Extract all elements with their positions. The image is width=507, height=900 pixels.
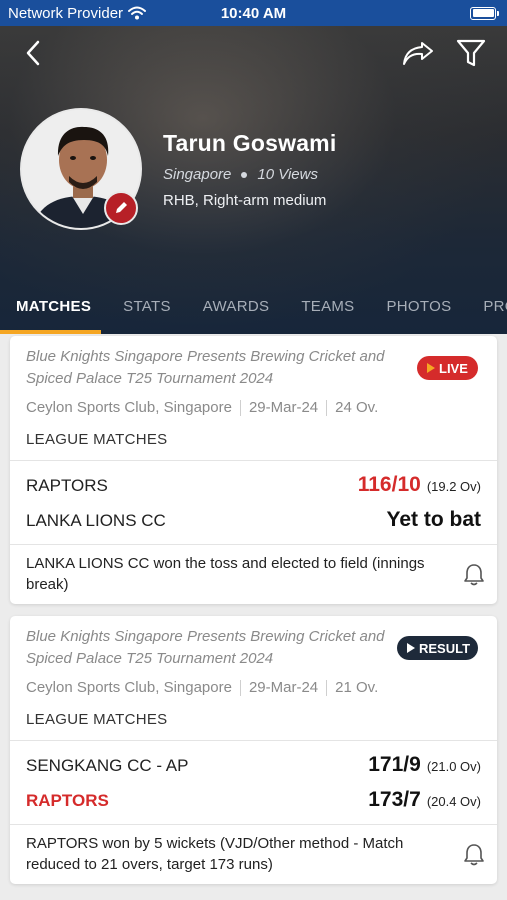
team-name: LANKA LIONS CC <box>26 511 166 530</box>
divider <box>239 679 241 696</box>
match-type: LEAGUE MATCHES <box>26 711 168 728</box>
team-row: LANKA LIONS CC Yet to bat <box>26 508 481 532</box>
team-score: 171/9 (21.0 Ov) <box>368 753 481 777</box>
score-overs: (20.4 Ov) <box>426 794 481 809</box>
match-status: LIVE <box>439 360 468 376</box>
venue: Ceylon Sports Club, Singapore <box>26 399 232 416</box>
profile-tabs: MATCHES STATS AWARDS TEAMS PHOTOS PROFIL <box>0 294 507 334</box>
player-name: Tarun Goswami <box>163 130 337 156</box>
carrier-name: Network Provider <box>8 4 124 22</box>
pencil-icon <box>116 202 127 213</box>
score-overs: (21.0 Ov) <box>426 759 481 774</box>
active-tab-indicator <box>0 330 101 334</box>
tab-matches[interactable]: MATCHES <box>0 294 107 334</box>
tab-photos[interactable]: PHOTOS <box>371 294 468 334</box>
match-card[interactable]: Blue Knights Singapore Presents Brewing … <box>10 616 497 884</box>
profile-header: Tarun Goswami Singapore 10 Views RHB, Ri… <box>0 26 507 334</box>
player-country: Singapore <box>163 166 232 183</box>
match-summary: RAPTORS won by 5 wickets (VJD/Other meth… <box>26 835 404 873</box>
carrier-info: Network Provider <box>8 4 147 22</box>
match-card[interactable]: Blue Knights Singapore Presents Brewing … <box>10 336 497 604</box>
divider <box>326 399 328 416</box>
bell-icon <box>464 844 484 866</box>
team-row: RAPTORS 116/10 (19.2 Ov) <box>26 473 481 497</box>
score-runs: 173/7 <box>368 788 421 811</box>
score-overs: (19.2 Ov) <box>426 479 481 494</box>
team-name: SENGKANG CC - AP <box>26 756 189 775</box>
match-overs: 21 Ov. <box>335 679 379 696</box>
bell-icon <box>464 564 484 586</box>
live-badge: LIVE <box>417 356 478 380</box>
filter-button[interactable] <box>454 36 488 70</box>
edit-photo-button[interactable] <box>104 191 138 225</box>
tournament-name: Blue Knights Singapore Presents Brewing … <box>26 348 385 387</box>
notification-button[interactable] <box>462 842 486 868</box>
result-badge: RESULT <box>397 636 478 660</box>
team-score: Yet to bat <box>386 508 481 531</box>
team-name: RAPTORS <box>26 476 108 495</box>
match-summary: LANKA LIONS CC won the toss and elected … <box>26 555 425 593</box>
tab-awards[interactable]: AWARDS <box>187 294 286 334</box>
venue-row: Ceylon Sports Club, Singapore 29-Mar-24 … <box>26 399 378 416</box>
player-batting-bowling-style: RHB, Right-arm medium <box>163 192 327 209</box>
chevron-left-icon <box>26 40 40 66</box>
share-icon <box>403 42 433 65</box>
back-button[interactable] <box>16 36 50 70</box>
team-score: 116/10 (19.2 Ov) <box>358 473 481 497</box>
status-bar: Network Provider 10:40 AM <box>0 0 507 26</box>
play-icon <box>407 643 415 653</box>
score-runs: 171/9 <box>368 753 421 776</box>
team-score: 173/7 (20.4 Ov) <box>368 788 481 812</box>
filter-icon <box>456 39 486 67</box>
separator-dot <box>241 171 248 178</box>
player-views: 10 Views <box>257 166 318 183</box>
match-status: RESULT <box>419 640 471 656</box>
tab-profile[interactable]: PROFIL <box>467 294 507 334</box>
play-icon <box>427 363 435 373</box>
battery-icon <box>470 6 499 20</box>
player-meta: Singapore 10 Views <box>163 166 318 183</box>
divider <box>10 740 497 741</box>
tournament-name: Blue Knights Singapore Presents Brewing … <box>26 628 385 667</box>
notification-button[interactable] <box>462 562 486 588</box>
match-overs: 24 Ov. <box>335 399 379 416</box>
divider <box>239 399 241 416</box>
venue: Ceylon Sports Club, Singapore <box>26 679 232 696</box>
team-row: RAPTORS 173/7 (20.4 Ov) <box>26 788 481 812</box>
divider <box>326 679 328 696</box>
share-button[interactable] <box>399 36 437 70</box>
team-row: SENGKANG CC - AP 171/9 (21.0 Ov) <box>26 753 481 777</box>
wifi-icon <box>128 6 147 20</box>
match-date: 29-Mar-24 <box>248 679 319 696</box>
divider <box>10 544 497 545</box>
score-runs: 116/10 <box>357 473 421 496</box>
match-date: 29-Mar-24 <box>248 399 319 416</box>
tab-stats[interactable]: STATS <box>107 294 187 334</box>
tab-teams[interactable]: TEAMS <box>285 294 370 334</box>
team-name: RAPTORS <box>26 791 109 810</box>
match-type: LEAGUE MATCHES <box>26 431 168 448</box>
divider <box>10 460 497 461</box>
venue-row: Ceylon Sports Club, Singapore 29-Mar-24 … <box>26 679 378 696</box>
divider <box>10 824 497 825</box>
